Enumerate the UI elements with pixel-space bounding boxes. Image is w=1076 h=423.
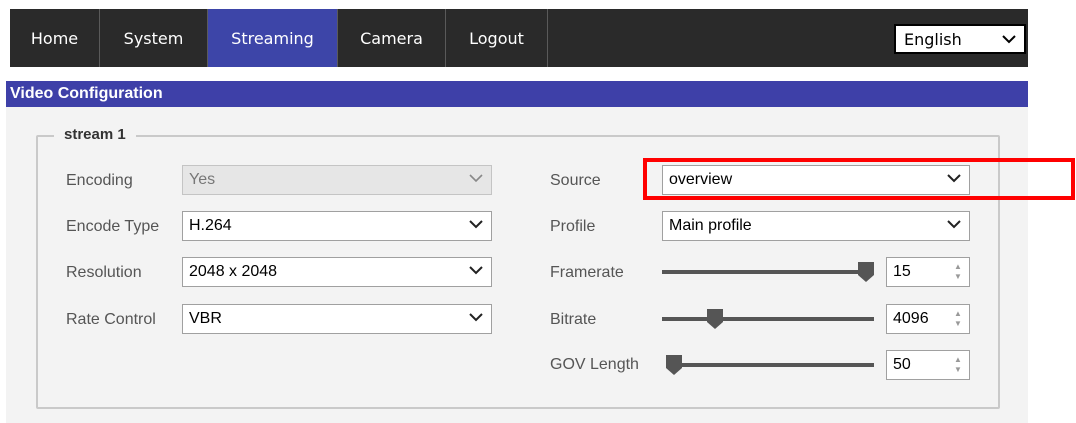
encode-type-select[interactable]: H.264 xyxy=(182,211,492,241)
encode-type-label: Encode Type xyxy=(66,218,160,235)
slider-thumb-icon[interactable] xyxy=(707,309,723,329)
profile-select[interactable]: Main profile xyxy=(662,211,970,241)
rate-control-label: Rate Control xyxy=(66,311,156,328)
resolution-value: 2048 x 2048 xyxy=(189,263,278,280)
chevron-down-icon xyxy=(947,170,961,187)
chevron-down-icon xyxy=(469,309,483,326)
bitrate-label: Bitrate xyxy=(550,311,597,328)
framerate-spinner[interactable]: 15 ▲ ▼ xyxy=(886,257,970,287)
source-label: Source xyxy=(550,172,601,189)
framerate-slider[interactable] xyxy=(662,262,874,282)
spinner-arrows-icon[interactable]: ▲ ▼ xyxy=(953,309,963,329)
stream-legend: stream 1 xyxy=(54,126,136,143)
tab-system[interactable]: System xyxy=(100,9,208,67)
resolution-select[interactable]: 2048 x 2048 xyxy=(182,257,492,287)
gov-length-spinner[interactable]: 50 ▲ ▼ xyxy=(886,350,970,380)
framerate-label: Framerate xyxy=(550,264,624,281)
bitrate-slider[interactable] xyxy=(662,309,874,329)
section-title: Video Configuration xyxy=(6,81,1028,107)
spinner-arrows-icon[interactable]: ▲ ▼ xyxy=(953,262,963,282)
framerate-value: 15 xyxy=(893,263,911,280)
language-select[interactable]: English xyxy=(894,24,1026,54)
bitrate-value: 4096 xyxy=(893,310,929,327)
gov-length-label: GOV Length xyxy=(550,356,639,373)
slider-track xyxy=(662,317,874,321)
encoding-label: Encoding xyxy=(66,172,133,189)
profile-value: Main profile xyxy=(669,217,752,234)
slider-track xyxy=(662,270,874,274)
tab-camera[interactable]: Camera xyxy=(338,9,446,67)
slider-thumb-icon[interactable] xyxy=(858,262,874,282)
source-value: overview xyxy=(669,171,733,188)
spinner-arrows-icon[interactable]: ▲ ▼ xyxy=(953,355,963,375)
gov-length-slider[interactable] xyxy=(666,355,874,375)
encode-type-value: H.264 xyxy=(189,217,232,234)
chevron-down-icon xyxy=(469,262,483,279)
rate-control-select[interactable]: VBR xyxy=(182,304,492,334)
resolution-label: Resolution xyxy=(66,264,142,281)
chevron-down-icon xyxy=(1002,30,1016,48)
language-value: English xyxy=(904,30,962,49)
chevron-down-icon xyxy=(947,216,961,233)
tab-home[interactable]: Home xyxy=(10,9,100,67)
rate-control-value: VBR xyxy=(189,310,222,327)
encoding-value: Yes xyxy=(189,171,216,188)
slider-thumb-icon[interactable] xyxy=(666,355,682,375)
tab-logout[interactable]: Logout xyxy=(446,9,548,67)
gov-length-value: 50 xyxy=(893,356,911,373)
profile-label: Profile xyxy=(550,218,596,235)
encoding-select: Yes xyxy=(182,165,492,195)
chevron-down-icon xyxy=(469,216,483,233)
slider-track xyxy=(666,363,874,367)
source-select[interactable]: overview xyxy=(662,165,970,195)
top-nav-bar: Home System Streaming Camera Logout Engl… xyxy=(10,9,1028,67)
chevron-down-icon xyxy=(469,170,483,187)
bitrate-spinner[interactable]: 4096 ▲ ▼ xyxy=(886,304,970,334)
tab-streaming[interactable]: Streaming xyxy=(208,9,338,67)
